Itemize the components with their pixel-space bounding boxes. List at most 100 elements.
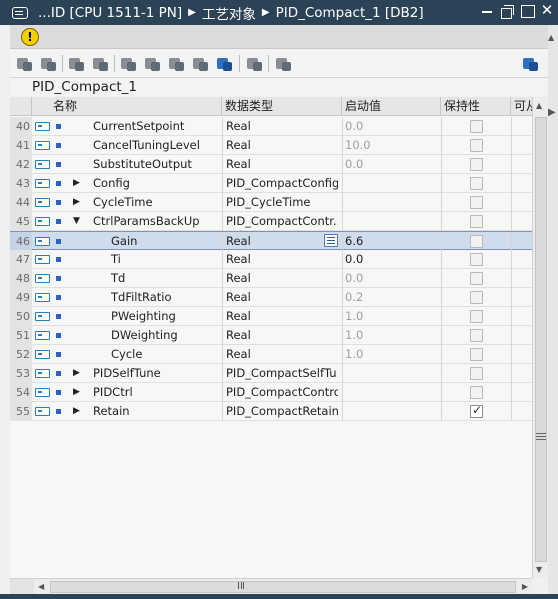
- table-row[interactable]: 50 PWeighting Real 1.0: [10, 307, 532, 326]
- retain-checkbox[interactable]: [470, 215, 483, 228]
- row-data-type[interactable]: PID_CompactSelfTu...: [225, 364, 338, 383]
- row-start-value[interactable]: 1.0: [345, 345, 438, 364]
- scroll-down-icon[interactable]: ▼: [536, 565, 542, 574]
- row-number[interactable]: 54: [10, 383, 32, 402]
- row-name[interactable]: Ti: [111, 250, 121, 269]
- retain-checkbox[interactable]: [470, 403, 483, 418]
- breadcrumb-item-cpu[interactable]: ...ID [CPU 1511-1 PN]: [38, 5, 182, 21]
- row-data-type[interactable]: Real: [225, 232, 338, 251]
- row-data-type[interactable]: Real: [225, 307, 338, 326]
- scroll-right-icon[interactable]: ▶: [522, 582, 528, 591]
- breadcrumb-item-technology-objects[interactable]: 工艺对象: [202, 3, 256, 23]
- restore-button[interactable]: [500, 4, 514, 19]
- row-start-value[interactable]: 0.0: [345, 269, 438, 288]
- expand-arrow-icon[interactable]: ▶: [73, 402, 80, 421]
- row-data-type[interactable]: PID_CompactRetain: [225, 402, 338, 421]
- table-row[interactable]: 43 ▶ Config PID_CompactConfig: [10, 174, 532, 193]
- settings-icon[interactable]: [522, 56, 539, 71]
- retain-checkbox[interactable]: [470, 253, 483, 266]
- row-start-value[interactable]: 1.0: [345, 307, 438, 326]
- table-row[interactable]: 47 Ti Real 0.0: [10, 250, 532, 269]
- breadcrumb-item-db[interactable]: PID_Compact_1 [DB2]: [276, 5, 424, 21]
- close-button[interactable]: ✕: [540, 3, 554, 18]
- row-name[interactable]: Td: [111, 269, 125, 288]
- snapshot-icon[interactable]: [68, 56, 85, 71]
- row-name[interactable]: PIDCtrl: [93, 383, 133, 402]
- glasses-monitor-icon[interactable]: [275, 56, 292, 71]
- table-row[interactable]: 40 CurrentSetpoint Real 0.0: [10, 117, 532, 136]
- row-number[interactable]: 40: [10, 117, 32, 136]
- header-accessible[interactable]: 可从: [511, 97, 532, 116]
- row-name[interactable]: SubstituteOutput: [93, 155, 192, 174]
- row-data-type[interactable]: PID_CompactConfig: [225, 174, 338, 193]
- horizontal-scrollbar[interactable]: ◀ ▶: [34, 578, 532, 594]
- header-retain[interactable]: 保持性: [441, 97, 511, 116]
- row-data-type[interactable]: Real: [225, 155, 338, 174]
- scroll-up-icon[interactable]: ▲: [536, 101, 542, 110]
- row-data-type[interactable]: PID_CompactContr...: [225, 212, 338, 231]
- retain-checkbox[interactable]: [470, 196, 483, 209]
- row-name[interactable]: DWeighting: [111, 326, 178, 345]
- row-start-value[interactable]: 6.6: [345, 232, 438, 251]
- row-start-value[interactable]: 10.0: [345, 136, 438, 155]
- row-number[interactable]: 50: [10, 307, 32, 326]
- vertical-scroll-thumb[interactable]: [535, 117, 547, 562]
- table-row[interactable]: 48 Td Real 0.0: [10, 269, 532, 288]
- copy-snapshot-icon[interactable]: [92, 56, 109, 71]
- retain-checkbox[interactable]: [470, 272, 483, 285]
- row-start-value[interactable]: 0.2: [345, 288, 438, 307]
- row-name[interactable]: TdFiltRatio: [111, 288, 172, 307]
- row-data-type[interactable]: Real: [225, 250, 338, 269]
- type-list-button[interactable]: [324, 234, 338, 247]
- row-data-type[interactable]: PID_CompactControl: [225, 383, 338, 402]
- expand-arrow-icon[interactable]: ▶: [73, 383, 80, 402]
- row-name[interactable]: Retain: [93, 402, 130, 421]
- retain-checkbox[interactable]: [470, 139, 483, 152]
- row-name[interactable]: Cycle: [111, 345, 142, 364]
- expand-arrow-icon[interactable]: ▶: [73, 174, 80, 193]
- retain-checkbox[interactable]: [470, 367, 483, 380]
- retain-checkbox[interactable]: [470, 177, 483, 190]
- header-start-value[interactable]: 启动值: [342, 97, 441, 116]
- row-number[interactable]: 41: [10, 136, 32, 155]
- retain-checkbox[interactable]: [470, 348, 483, 361]
- row-data-type[interactable]: Real: [225, 136, 338, 155]
- row-number[interactable]: 43: [10, 174, 32, 193]
- retain-checkbox[interactable]: [470, 120, 483, 133]
- row-name[interactable]: PIDSelfTune: [93, 364, 161, 383]
- table-row[interactable]: 52 Cycle Real 1.0: [10, 345, 532, 364]
- keep-actual-values-icon[interactable]: [246, 56, 263, 71]
- expand-arrow-icon[interactable]: ▶: [73, 193, 80, 212]
- row-start-value[interactable]: 0.0: [345, 117, 438, 136]
- row-data-type[interactable]: Real: [225, 117, 338, 136]
- header-data-type[interactable]: 数据类型: [222, 97, 342, 116]
- row-data-type[interactable]: Real: [225, 326, 338, 345]
- row-data-type[interactable]: Real: [225, 269, 338, 288]
- panel-collapse-icon[interactable]: ▶: [548, 107, 556, 118]
- minimize-button[interactable]: [480, 4, 494, 18]
- row-number[interactable]: 53: [10, 364, 32, 383]
- table-row[interactable]: 49 TdFiltRatio Real 0.2: [10, 288, 532, 307]
- add-row-icon[interactable]: [40, 56, 57, 71]
- row-number[interactable]: 45: [10, 212, 32, 231]
- row-number[interactable]: 44: [10, 193, 32, 212]
- row-number[interactable]: 47: [10, 250, 32, 269]
- load-start-values-icon[interactable]: [120, 56, 137, 71]
- maximize-button[interactable]: [520, 4, 535, 18]
- expand-all-icon[interactable]: [216, 56, 233, 71]
- table-row[interactable]: 46 Gain Real 6.6: [10, 231, 532, 251]
- row-start-value[interactable]: 1.0: [345, 326, 438, 345]
- expand-arrow-icon[interactable]: ▶: [73, 364, 80, 383]
- retain-checkbox[interactable]: [470, 310, 483, 323]
- row-start-value[interactable]: 0.0: [345, 250, 438, 269]
- row-data-type[interactable]: Real: [225, 345, 338, 364]
- row-name[interactable]: Config: [93, 174, 130, 193]
- retain-checkbox[interactable]: [470, 291, 483, 304]
- scroll-left-icon[interactable]: ◀: [38, 582, 44, 591]
- table-row[interactable]: 55 ▶ Retain PID_CompactRetain: [10, 402, 532, 421]
- scroll-up-icon[interactable]: ▲: [548, 33, 554, 42]
- row-number[interactable]: 52: [10, 345, 32, 364]
- table-row[interactable]: 44 ▶ CycleTime PID_CycleTime: [10, 193, 532, 212]
- table-row[interactable]: 53 ▶ PIDSelfTune PID_CompactSelfTu...: [10, 364, 532, 383]
- collapse-arrow-icon[interactable]: ▼: [73, 212, 80, 231]
